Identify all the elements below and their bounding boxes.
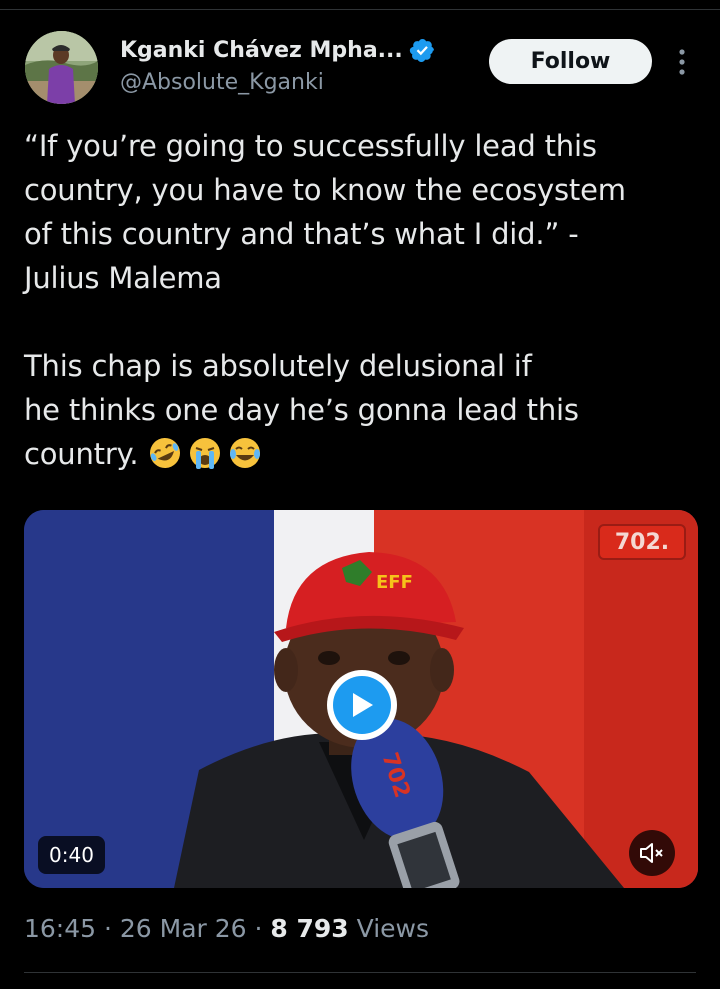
meta-separator: · — [96, 914, 120, 943]
tweet-line: country. — [24, 437, 139, 471]
tweet-meta: 16:45 · 26 Mar 26 · 8 793 Views — [24, 914, 429, 943]
verified-badge-icon — [409, 38, 434, 62]
video-player[interactable]: EFF 702 702. 0:40 — [24, 510, 698, 888]
tears-of-joy-icon — [230, 438, 261, 468]
tweet-line: This chap is absolutely delusional if — [24, 349, 532, 383]
author-display-name[interactable]: Kganki Chávez Mpha... — [120, 38, 403, 63]
meta-separator: · — [246, 914, 271, 943]
tweet-line: country, you have to know the ecosystem — [24, 173, 626, 207]
tweet-text: “If you’re going to successfully lead th… — [24, 124, 704, 476]
more-vertical-icon[interactable] — [670, 44, 694, 80]
tweet-line: he thinks one day he’s gonna lead this — [24, 393, 579, 427]
video-duration: 0:40 — [38, 836, 105, 874]
tweet-time[interactable]: 16:45 — [24, 914, 96, 943]
channel-logo: 702. — [598, 524, 686, 560]
tweet-line: Julius Malema — [24, 261, 222, 295]
author-handle[interactable]: @Absolute_Kganki — [120, 70, 324, 95]
bottom-divider — [24, 972, 696, 973]
views-label: Views — [348, 914, 430, 943]
loudly-crying-face-icon — [190, 438, 221, 469]
play-icon[interactable] — [327, 670, 397, 740]
top-divider — [0, 9, 720, 10]
mute-icon[interactable] — [629, 830, 675, 876]
cap-logo-text: EFF — [376, 572, 413, 593]
author-name-row[interactable]: Kganki Chávez Mpha... — [120, 33, 436, 67]
tweet-line: “If you’re going to successfully lead th… — [24, 129, 597, 163]
tweet-line-last: country. — [24, 432, 704, 476]
tweet-date[interactable]: 26 Mar 26 — [120, 914, 247, 943]
rolling-on-floor-laughing-icon — [150, 438, 181, 468]
follow-button[interactable]: Follow — [489, 39, 652, 84]
tweet-line: of this country and that’s what I did.” … — [24, 217, 579, 251]
views-count[interactable]: 8 793 — [270, 914, 348, 943]
avatar[interactable] — [25, 31, 98, 104]
